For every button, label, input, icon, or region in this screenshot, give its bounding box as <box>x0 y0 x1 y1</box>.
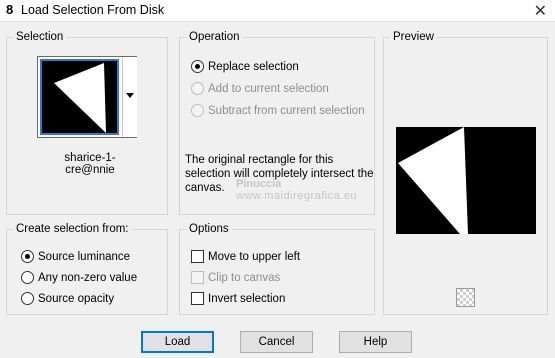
radio-button[interactable] <box>191 82 204 95</box>
preview-group-label: Preview <box>390 30 437 44</box>
operation-info-text: The original rectangle for this selectio… <box>185 154 374 194</box>
checkbox[interactable] <box>191 271 204 284</box>
checkbox-invert-selection[interactable]: Invert selection <box>191 292 285 305</box>
app-icon: 8 <box>6 2 14 17</box>
load-button[interactable]: Load <box>141 331 214 353</box>
radio-button[interactable] <box>21 292 34 305</box>
checkbox-label: Clip to canvas <box>208 271 281 284</box>
window-title: Load Selection From Disk <box>21 3 165 17</box>
checkbox-label: Invert selection <box>208 292 286 305</box>
options-group-label: Options <box>186 222 232 236</box>
radio-source-luminance[interactable]: Source luminance <box>21 250 130 263</box>
radio-source-opacity[interactable]: Source opacity <box>21 292 114 305</box>
checkbox-clip-to-canvas[interactable]: Clip to canvas <box>191 271 280 284</box>
radio-button[interactable] <box>21 271 34 284</box>
radio-button[interactable] <box>191 60 204 73</box>
checkbox[interactable] <box>191 250 204 263</box>
radio-replace-selection[interactable]: Replace selection <box>191 60 299 73</box>
create-selection-group-label: Create selection from: <box>13 222 132 236</box>
preview-image <box>396 127 536 234</box>
radio-add-to-selection[interactable]: Add to current selection <box>191 82 329 95</box>
cancel-button[interactable]: Cancel <box>240 331 313 353</box>
selection-thumbnail <box>40 59 119 135</box>
radio-label: Add to current selection <box>208 82 329 95</box>
radio-label: Replace selection <box>208 60 299 73</box>
selection-group-label: Selection <box>13 30 67 44</box>
selection-dropdown[interactable] <box>37 56 137 138</box>
radio-any-non-zero-value[interactable]: Any non-zero value <box>21 271 137 284</box>
radio-button[interactable] <box>191 104 204 117</box>
selection-file-name: sharice-1-cre@nnie <box>64 152 116 176</box>
radio-label: Subtract from current selection <box>208 104 365 117</box>
close-icon[interactable]: ✕ <box>534 1 547 21</box>
checkbox[interactable] <box>191 292 204 305</box>
chevron-down-icon[interactable] <box>122 57 137 137</box>
checkbox-label: Move to upper left <box>208 250 301 263</box>
radio-subtract-from-selection[interactable]: Subtract from current selection <box>191 104 365 117</box>
radio-button[interactable] <box>21 250 34 263</box>
title-bar: 8 Load Selection From Disk ✕ <box>0 0 555 22</box>
help-button[interactable]: Help <box>339 331 412 353</box>
radio-label: Source luminance <box>38 250 131 263</box>
radio-label: Any non-zero value <box>38 271 138 284</box>
radio-label: Source opacity <box>38 292 115 305</box>
transparency-checker-icon[interactable] <box>456 288 475 307</box>
operation-group-label: Operation <box>186 30 243 44</box>
checkbox-move-to-upper-left[interactable]: Move to upper left <box>191 250 300 263</box>
